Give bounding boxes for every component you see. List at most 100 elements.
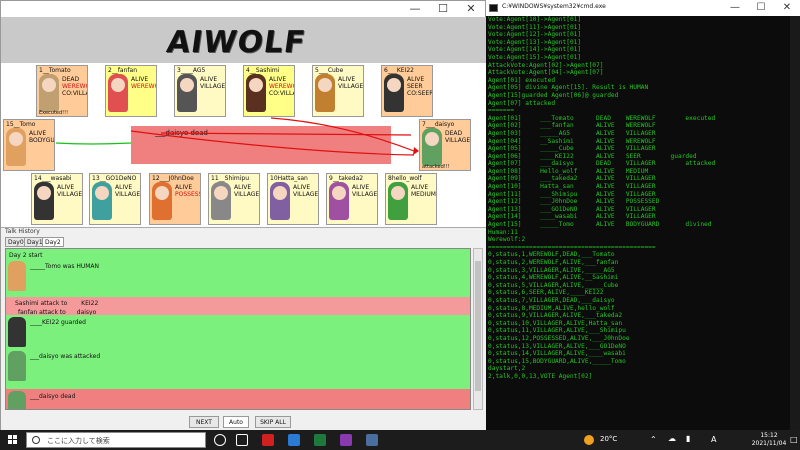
acrobat-icon[interactable] — [262, 434, 274, 446]
talk-history-list[interactable]: Day 2 start _____Tomo was HUMAN __Sashimi … — [5, 248, 471, 410]
cmd-line: Agent[01] executed — [488, 76, 556, 84]
auto-button[interactable]: Auto — [223, 416, 249, 428]
close-icon[interactable]: ✕ — [457, 1, 485, 17]
cmd-line: Agent[11] ___Shimipu ALIVE VILLAGER — [488, 190, 656, 198]
taskbar-search-input[interactable]: ここに入力して検索 — [26, 432, 206, 448]
cmd-line: ========================================… — [488, 243, 656, 251]
agent-card-a06[interactable]: 6___KEI22 ALIVE SEER CO:SEER — [381, 65, 433, 117]
status-text: DEAD — [62, 76, 80, 83]
cmd-line: AttackVote:Agent[04]->Agent[07] — [488, 69, 604, 77]
agent-name: 13__GO1DeNO — [92, 175, 137, 182]
status-text: ALIVE — [131, 76, 149, 83]
edge-icon[interactable] — [288, 434, 300, 446]
agent-status: ALIVEVILLAGER — [115, 184, 141, 198]
co-text: CO:VILLAGE — [269, 90, 294, 97]
avatar — [388, 182, 408, 220]
agent-card-a04[interactable]: 4__Sashimi ALIVEWEREWOLFCO:VILLAGE — [243, 65, 295, 117]
role-text: VILLAGER — [338, 83, 364, 90]
windows-start-icon[interactable] — [8, 435, 18, 445]
notification-icon[interactable]: □ — [790, 435, 798, 444]
task-view-icon[interactable] — [236, 434, 248, 446]
status-text: ALIVE — [352, 184, 370, 191]
agent-name: 6___KEI22 — [384, 67, 414, 74]
agent-card-a09[interactable]: 9__takeda2 ALIVEVILLAGER — [326, 173, 378, 225]
agent-card-a13[interactable]: 13__GO1DeNO ALIVEVILLAGER — [89, 173, 141, 225]
aiwolf-window: — ☐ ✕ AIWOLF ___daisyo dead 1__Tomato DEA… — [0, 0, 487, 431]
agent-card-a05[interactable]: 5___Cube ALIVEVILLAGER — [312, 65, 364, 117]
cmd-line: Vote:Agent[10]->Agent[01] — [488, 16, 582, 23]
agent-card-a15[interactable]: 15__Tomo ALIVEBODYGUARD — [3, 119, 55, 171]
avatar — [8, 317, 26, 347]
cortana-icon[interactable] — [214, 434, 226, 446]
role-text: VILLAGER — [445, 137, 471, 144]
cmd-line: Vote:Agent[12]->Agent[01] — [488, 31, 582, 39]
agent-card-a10[interactable]: 10Hatta_san ALIVEVILLAGER — [267, 173, 319, 225]
cmd-scrollbar[interactable] — [790, 16, 800, 430]
agent-card-a02[interactable]: 2__fanfan ALIVEWEREWOLF — [105, 65, 157, 117]
cmd-output[interactable]: Vote:Agent[10]->Agent[01] Vote:Agent[11]-… — [488, 16, 788, 430]
cmd-titlebar[interactable]: C:¥WINDOWS¥system32¥cmd.exe — ☐ ✕ — [486, 0, 800, 16]
weather-temperature[interactable]: 20°C — [600, 435, 617, 443]
maximize-icon[interactable]: ☐ — [429, 1, 457, 17]
role-text: POSSESSED — [175, 191, 200, 198]
chevron-up-icon[interactable]: ⌃ — [650, 435, 657, 444]
scrollbar-thumb[interactable] — [475, 261, 481, 391]
agent-card-a14[interactable]: 14___wasabi ALIVEVILLAGER — [31, 173, 83, 225]
status-text: ALIVE — [269, 76, 287, 83]
close-icon[interactable]: ✕ — [774, 0, 800, 16]
agent-name: 15__Tomo — [6, 121, 36, 128]
avatar — [108, 74, 128, 112]
status-text: DEAD — [445, 130, 463, 137]
agent-name: 11__Shimipu — [211, 175, 250, 182]
cmd-line: Agent[05] _____Cube ALIVE VILLAGER — [488, 145, 656, 153]
skip-all-button[interactable]: SKIP ALL — [255, 416, 291, 428]
ime-indicator[interactable]: A — [711, 435, 716, 444]
agent-status: ALIVEVILLAGER — [234, 184, 259, 198]
role-text: VILLAGER — [200, 83, 226, 90]
agent-card-a08[interactable]: 8hello_wolf ALIVE MEDIUM — [385, 173, 437, 225]
cmd-line: Vote:Agent[13]->Agent[01] — [488, 38, 582, 46]
agent-card-a07[interactable]: 7___daisyo DEADVILLAGER attacked!!! — [419, 119, 471, 171]
java-icon[interactable] — [366, 434, 378, 446]
next-button[interactable]: NEXT — [189, 416, 219, 428]
weather-icon[interactable] — [584, 435, 594, 445]
cmd-line: Agent[06] ____KEI22 ALIVE SEER guarded — [488, 152, 697, 160]
role-text: MEDIUM — [411, 191, 436, 198]
aiwolf-titlebar[interactable]: — ☐ ✕ — [1, 1, 485, 17]
agent-card-a03[interactable]: 3____AG5 ALIVEVILLAGER — [174, 65, 226, 117]
cmd-line: Agent[15] _____Tomo ALIVE BODYGUARD divi… — [488, 221, 712, 229]
minimize-icon[interactable]: — — [722, 0, 748, 16]
cloud-icon[interactable]: ☁ — [668, 434, 676, 443]
agent-status: ALIVEVILLAGER — [338, 76, 364, 90]
minimize-icon[interactable]: — — [401, 1, 429, 17]
agent-name: 2__fanfan — [108, 67, 138, 74]
clock[interactable]: 15:12 2021/11/04 — [742, 432, 796, 448]
status-text: ALIVE — [338, 76, 356, 83]
avatar — [8, 391, 26, 409]
excel-icon[interactable] — [314, 434, 326, 446]
cmd-line: Agent[10] Hatta_san ALIVE VILLAGER — [488, 183, 656, 191]
agent-card-a01[interactable]: 1__Tomato DEADWEREWOLFCO:VILLAGE Executed!… — [36, 65, 88, 117]
app-icon[interactable] — [340, 434, 352, 446]
status-text: ALIVE — [175, 184, 193, 191]
aiwolf-logo: AIWOLF — [164, 25, 309, 60]
history-scrollbar[interactable] — [473, 248, 483, 410]
agent-status: DEADWEREWOLFCO:VILLAGE — [62, 76, 87, 97]
history-row: Day 2 start — [6, 249, 470, 259]
agent-event: Executed!!! — [39, 110, 69, 116]
battery-icon[interactable]: ▮ — [686, 434, 690, 443]
role-text: VILLAGER — [115, 191, 141, 198]
cmd-line: 0,status,15,BODYGUARD,ALIVE,_____Tomo — [488, 357, 626, 365]
agent-name: 4__Sashimi — [246, 67, 280, 74]
history-row: _____Tomo was HUMAN — [6, 259, 470, 297]
maximize-icon[interactable]: ☐ — [748, 0, 774, 16]
tab-day2[interactable]: Day2 — [42, 237, 64, 247]
avatar — [270, 182, 290, 220]
agent-card-a12[interactable]: 12___J0hnDoe ALIVEPOSSESSED — [149, 173, 201, 225]
agent-card-a11[interactable]: 11__Shimipu ALIVEVILLAGER — [208, 173, 260, 225]
cmd-line: daystart,2 — [488, 365, 526, 373]
attack-arrow — [160, 132, 412, 136]
role-text: VILLAGER — [352, 191, 378, 198]
cmd-line: Agent[08] Hello_wolf ALIVE MEDIUM — [488, 167, 649, 175]
cmd-line: Agent[07] ___daisyo DEAD VILLAGER attack… — [488, 160, 716, 168]
